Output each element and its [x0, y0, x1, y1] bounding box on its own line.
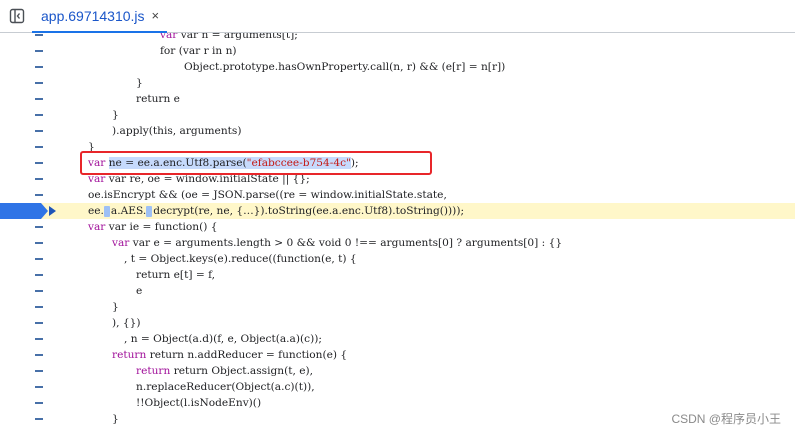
code-text: return e: [136, 93, 180, 105]
inline-breakpoint-icon[interactable]: [146, 205, 153, 217]
line-gutter-marker[interactable]: [35, 98, 43, 100]
code-line: !!Object(l.isNodeEnv)(): [0, 395, 795, 411]
line-gutter-marker[interactable]: [35, 226, 43, 228]
line-gutter-marker[interactable]: [35, 290, 43, 292]
line-gutter-marker[interactable]: [35, 34, 43, 36]
code-line: }: [0, 107, 795, 123]
line-gutter-marker[interactable]: [35, 322, 43, 324]
line-gutter-marker[interactable]: [35, 402, 43, 404]
line-gutter-marker[interactable]: [35, 146, 43, 148]
code-text: !!Object(l.isNodeEnv)(): [136, 397, 262, 409]
tab-app-js[interactable]: app.69714310.js ×: [32, 0, 168, 33]
breakpoint-marker[interactable]: [0, 203, 48, 219]
line-gutter-marker[interactable]: [35, 338, 43, 340]
code-text: }: [112, 413, 119, 425]
code-text: n.replaceReducer(Object(a.c)(t)),: [136, 381, 315, 393]
line-gutter-marker[interactable]: [35, 370, 43, 372]
inline-breakpoint-icon[interactable]: [103, 205, 110, 217]
code-line: return e[t] = f,: [0, 267, 795, 283]
line-gutter-marker[interactable]: [35, 178, 43, 180]
code-text: }: [112, 301, 119, 313]
code-line: }: [0, 75, 795, 91]
code-line: Object.prototype.hasOwnProperty.call(n, …: [0, 59, 795, 75]
code-line: for (var r in n): [0, 43, 795, 59]
collapsed-object-ellipsis[interactable]: …: [243, 205, 254, 217]
line-gutter-marker[interactable]: [35, 354, 43, 356]
code-text: oe.isEncrypt && (oe = JSON.parse((re = w…: [88, 189, 447, 201]
line-gutter-marker[interactable]: [35, 162, 43, 164]
line-gutter-marker[interactable]: [35, 66, 43, 68]
code-text: ), {}): [112, 317, 141, 329]
code-text: , t = Object.keys(e).reduce((function(e,…: [124, 253, 357, 265]
source-code-editor[interactable]: var var n = arguments[t]; for (var r in …: [0, 33, 795, 435]
close-icon[interactable]: ×: [152, 9, 160, 22]
annotation-highlight-box: [80, 151, 432, 175]
line-gutter-marker[interactable]: [35, 386, 43, 388]
line-gutter-marker[interactable]: [35, 50, 43, 52]
code-text: return e[t] = f,: [136, 269, 215, 281]
code-line: e: [0, 283, 795, 299]
line-gutter-marker[interactable]: [35, 242, 43, 244]
code-text: e: [136, 285, 143, 297]
code-text: }: [136, 77, 143, 89]
code-line: return return n.addReducer = function(e)…: [0, 347, 795, 363]
sidebar-toggle-icon: [9, 8, 25, 24]
line-gutter-marker[interactable]: [35, 418, 43, 420]
watermark-text: CSDN @程序员小王: [671, 412, 781, 426]
code-line: ).apply(this, arguments): [0, 123, 795, 139]
code-line: ), {}): [0, 315, 795, 331]
line-gutter-marker[interactable]: [35, 114, 43, 116]
line-gutter-marker[interactable]: [35, 82, 43, 84]
code-line: return e: [0, 91, 795, 107]
code-text: ).apply(this, arguments): [112, 125, 242, 137]
code-text: ee. a.AES. decrypt(re, ne, {…}).toString(e…: [88, 205, 465, 217]
code-text: , n = Object(a.d)(f, e, Object(a.a)(c));: [124, 333, 322, 345]
code-text: var var e = arguments.length > 0 && void…: [112, 237, 563, 249]
code-text: }: [112, 109, 119, 121]
editor-tab-bar: app.69714310.js ×: [0, 0, 795, 33]
execution-arrow-icon: [49, 206, 56, 216]
line-gutter-marker[interactable]: [35, 258, 43, 260]
code-line: return return Object.assign(t, e),: [0, 363, 795, 379]
code-text: return return n.addReducer = function(e)…: [112, 349, 348, 361]
tab-filename: app.69714310.js: [41, 7, 145, 24]
line-gutter-marker[interactable]: [35, 130, 43, 132]
code-text: for (var r in n): [160, 45, 237, 57]
line-gutter-marker[interactable]: [35, 274, 43, 276]
code-line: , t = Object.keys(e).reduce((function(e,…: [0, 251, 795, 267]
code-line: var var e = arguments.length > 0 && void…: [0, 235, 795, 251]
code-line: var var n = arguments[t];: [0, 33, 795, 43]
code-line: }: [0, 299, 795, 315]
code-line: , n = Object(a.d)(f, e, Object(a.a)(c));: [0, 331, 795, 347]
code-text: return return Object.assign(t, e),: [136, 365, 314, 377]
toggle-navigator-button[interactable]: [8, 7, 26, 25]
line-gutter-marker[interactable]: [35, 194, 43, 196]
code-text: var var n = arguments[t];: [160, 33, 298, 41]
code-line: n.replaceReducer(Object(a.c)(t)),: [0, 379, 795, 395]
line-gutter-marker[interactable]: [35, 306, 43, 308]
code-line: oe.isEncrypt && (oe = JSON.parse((re = w…: [0, 187, 795, 203]
code-text: Object.prototype.hasOwnProperty.call(n, …: [184, 61, 506, 73]
code-text: var var ie = function() {: [88, 221, 218, 233]
paused-code-line: ee. a.AES. decrypt(re, ne, {…}).toString(e…: [0, 203, 795, 219]
code-line: var var ie = function() {: [0, 219, 795, 235]
